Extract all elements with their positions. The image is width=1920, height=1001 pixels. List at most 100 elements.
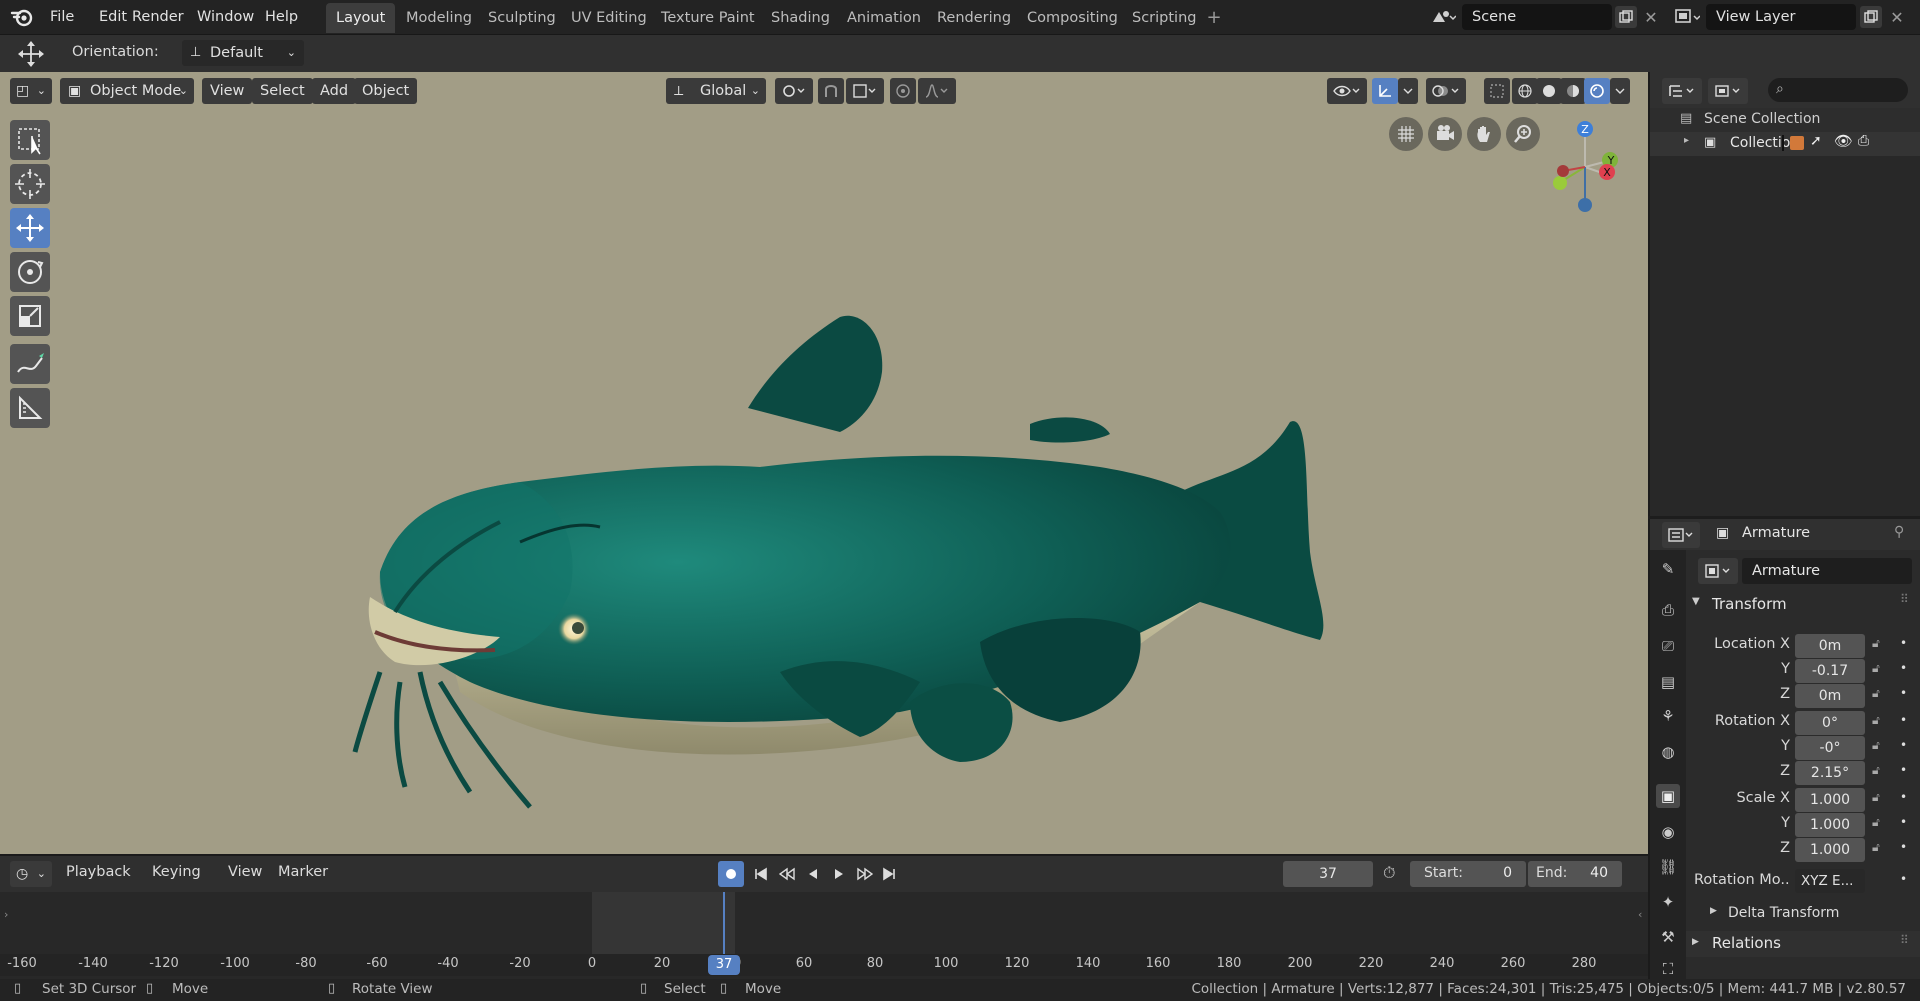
display-mode-icon[interactable] bbox=[1708, 78, 1748, 104]
transform-orientation-dropdown[interactable]: ⟂ Global ⌄ bbox=[666, 78, 766, 104]
properties-editor-type-icon[interactable] bbox=[1662, 522, 1700, 548]
menu-view[interactable]: View bbox=[202, 78, 253, 104]
tab-texture-paint[interactable]: Texture Paint bbox=[651, 3, 765, 33]
world-tab-icon[interactable]: ◍ bbox=[1656, 740, 1680, 764]
drag-handle-icon[interactable]: ⠿ bbox=[1900, 933, 1909, 947]
record-button-icon[interactable] bbox=[718, 861, 744, 887]
blender-logo-icon[interactable] bbox=[10, 7, 34, 27]
expand-arrow-icon[interactable]: ▸ bbox=[1684, 135, 1689, 146]
lock-icon[interactable]: 🔓︎ bbox=[1872, 840, 1880, 855]
collapse-left-icon[interactable]: › bbox=[4, 908, 8, 921]
delta-transform-subpanel[interactable]: ▶ Delta Transform bbox=[1686, 901, 1920, 927]
annotate-tool-button[interactable] bbox=[10, 344, 50, 384]
eye-icon[interactable]: 👁 bbox=[1834, 132, 1853, 150]
falloff-icon[interactable] bbox=[918, 78, 956, 104]
physics-tab-icon[interactable]: ◉ bbox=[1656, 820, 1680, 844]
play-icon[interactable] bbox=[826, 861, 852, 887]
scale-z-field[interactable]: 1.000 bbox=[1795, 838, 1865, 862]
scale-x-field[interactable]: 1.000 bbox=[1795, 788, 1865, 812]
lock-icon[interactable]: 🔓︎ bbox=[1872, 661, 1880, 676]
select-box-tool[interactable] bbox=[10, 120, 50, 160]
new-view-layer-icon[interactable] bbox=[1860, 6, 1882, 28]
rotation-z-field[interactable]: 2.15° bbox=[1795, 761, 1865, 785]
wireframe-shading-icon[interactable] bbox=[1512, 78, 1538, 104]
menu-object[interactable]: Object bbox=[354, 78, 418, 104]
outliner-search-input[interactable]: ⌕ bbox=[1768, 78, 1908, 102]
lock-icon[interactable]: 🔓︎ bbox=[1872, 763, 1880, 778]
menu-marker[interactable]: Marker bbox=[278, 864, 328, 880]
keyframe-dot-icon[interactable]: • bbox=[1900, 661, 1907, 675]
tab-modeling[interactable]: Modeling bbox=[396, 3, 482, 33]
solid-shading-icon[interactable] bbox=[1536, 78, 1562, 104]
tab-layout[interactable]: Layout bbox=[326, 3, 396, 33]
menu-select[interactable]: Select bbox=[252, 78, 313, 104]
pivot-point-icon[interactable] bbox=[775, 78, 813, 104]
jump-end-icon[interactable] bbox=[876, 861, 902, 887]
lock-icon[interactable]: 🔓︎ bbox=[1872, 713, 1880, 728]
tab-rendering[interactable]: Rendering bbox=[927, 3, 1021, 33]
editor-type-dropdown[interactable]: ◰ ⌄ bbox=[10, 78, 52, 104]
gizmo-toggle-icon[interactable] bbox=[1372, 78, 1398, 104]
bone-constraint-tab-icon[interactable]: ⛶ bbox=[1656, 957, 1680, 981]
proportional-editing-icon[interactable] bbox=[890, 78, 916, 104]
rotation-mode-dropdown[interactable]: XYZ E... bbox=[1795, 869, 1865, 893]
object-tab-icon[interactable]: ▣ bbox=[1656, 784, 1680, 808]
toggle-view-grid-icon[interactable] bbox=[1389, 117, 1423, 151]
tab-shading[interactable]: Shading bbox=[761, 3, 840, 33]
menu-playback[interactable]: Playback bbox=[66, 864, 131, 880]
scale-y-field[interactable]: 1.000 bbox=[1795, 813, 1865, 837]
keyframe-dot-icon[interactable]: • bbox=[1900, 636, 1907, 650]
navigation-gizmo[interactable]: Z Y X bbox=[1535, 117, 1625, 227]
tab-uv-editing[interactable]: UV Editing bbox=[561, 3, 657, 33]
keyframe-dot-icon[interactable]: • bbox=[1900, 763, 1907, 777]
constraints-tab-icon[interactable]: ⛓ bbox=[1656, 855, 1680, 879]
pan-hand-icon[interactable] bbox=[1467, 117, 1501, 151]
outliner-row-scene-collection[interactable]: ▤ Scene Collection bbox=[1650, 108, 1920, 132]
current-frame-field[interactable]: 37 bbox=[1283, 861, 1373, 887]
keyframe-dot-icon[interactable]: • bbox=[1900, 840, 1907, 854]
tab-scripting[interactable]: Scripting bbox=[1122, 3, 1206, 33]
keyframe-dot-icon[interactable]: • bbox=[1900, 686, 1907, 700]
collapse-right-icon[interactable]: ‹ bbox=[1638, 908, 1642, 921]
tool-settings-tab-icon[interactable]: ✎ bbox=[1656, 557, 1680, 581]
object-data-selector-icon[interactable] bbox=[1698, 558, 1738, 584]
outliner-editor-type-icon[interactable] bbox=[1662, 78, 1702, 104]
scene-selector-icon[interactable] bbox=[1428, 5, 1458, 29]
scale-tool-button[interactable] bbox=[10, 296, 50, 336]
armature-data-tab-icon[interactable]: ✦ bbox=[1656, 890, 1680, 914]
transform-section-header[interactable]: ▼ Transform ⠿ bbox=[1686, 590, 1920, 618]
stopwatch-icon[interactable]: ⏱ bbox=[1383, 863, 1395, 883]
view-layer-tab-icon[interactable]: ▤ bbox=[1656, 670, 1680, 694]
lock-icon[interactable]: 🔓︎ bbox=[1872, 815, 1880, 830]
timeline-editor-type-dropdown[interactable]: ◷ ⌄ bbox=[10, 861, 52, 887]
object-name-field[interactable]: Armature bbox=[1742, 558, 1912, 584]
menu-file[interactable]: File bbox=[42, 0, 82, 34]
location-z-field[interactable]: 0m bbox=[1795, 684, 1865, 708]
3d-viewport[interactable]: Z Y X bbox=[0, 72, 1648, 854]
jump-keyframe-back-icon[interactable] bbox=[774, 861, 800, 887]
menu-add[interactable]: Add bbox=[312, 78, 357, 104]
tab-animation[interactable]: Animation bbox=[837, 3, 931, 33]
jump-keyframe-forward-icon[interactable] bbox=[852, 861, 878, 887]
menu-render[interactable]: Render bbox=[124, 0, 192, 34]
menu-window[interactable]: Window bbox=[189, 0, 262, 34]
mode-dropdown[interactable]: ▣ Object Mode ⌄ bbox=[60, 78, 194, 104]
new-scene-icon[interactable] bbox=[1615, 6, 1637, 28]
keyframe-dot-icon[interactable]: • bbox=[1900, 713, 1907, 727]
rotate-tool-button[interactable] bbox=[10, 252, 50, 292]
keyframe-dot-icon[interactable]: • bbox=[1900, 738, 1907, 752]
view-layer-selector-icon[interactable] bbox=[1672, 5, 1702, 29]
move-tool-button[interactable] bbox=[10, 208, 50, 248]
tab-compositing[interactable]: Compositing bbox=[1017, 3, 1128, 33]
scene-tab-icon[interactable]: ⚘ bbox=[1656, 704, 1680, 728]
start-frame-field[interactable]: Start: 0 bbox=[1410, 861, 1526, 887]
location-x-field[interactable]: 0m bbox=[1795, 634, 1865, 658]
rotation-y-field[interactable]: -0° bbox=[1795, 736, 1865, 760]
scene-name-field[interactable]: Scene bbox=[1462, 4, 1612, 30]
outliner-row-collection[interactable]: ▸ ▣ Collection ➚ 👁 ⎙ bbox=[1650, 132, 1920, 156]
camera-icon[interactable]: ⎙ bbox=[1858, 133, 1869, 149]
object-visibility-icon[interactable] bbox=[1327, 78, 1367, 104]
orientation-dropdown[interactable]: Default ⊥ ⌄ bbox=[182, 40, 304, 66]
lock-icon[interactable]: 🔓︎ bbox=[1872, 686, 1880, 701]
menu-help[interactable]: Help bbox=[257, 0, 306, 34]
